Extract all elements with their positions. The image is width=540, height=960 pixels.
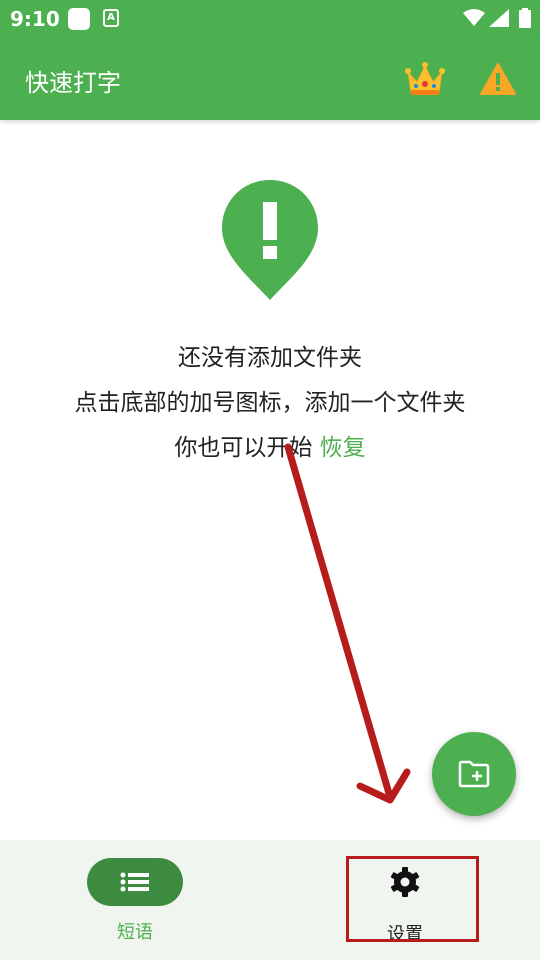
wifi-icon: [463, 9, 485, 26]
warning-button[interactable]: [478, 60, 518, 100]
annotation-highlight-box: [346, 856, 479, 942]
cell-signal-icon: [489, 9, 509, 27]
app-bar: 快速打字: [0, 38, 540, 120]
empty-hint: 点击底部的加号图标，添加一个文件夹: [74, 390, 466, 416]
annotation-arrow: [284, 443, 411, 804]
nav-active-indicator: [87, 858, 183, 906]
warning-icon: [480, 63, 516, 95]
status-bar: 9:10 A: [0, 0, 540, 38]
battery-icon: [519, 8, 531, 28]
list-icon: [120, 872, 149, 892]
crown-icon: [405, 62, 445, 95]
nav-item-phrases-label: 短语: [117, 922, 153, 943]
nav-item-phrases[interactable]: 短语: [0, 840, 270, 960]
premium-button[interactable]: [404, 60, 446, 100]
add-folder-button[interactable]: [432, 732, 516, 816]
restore-prefix: 你也可以开始: [174, 435, 320, 461]
app-notification-icon: [68, 8, 90, 30]
restore-link[interactable]: 恢复: [320, 435, 366, 461]
app-title: 快速打字: [25, 69, 121, 97]
add-folder-icon: [458, 760, 490, 788]
empty-restore-line: 你也可以开始 恢复: [0, 428, 540, 462]
exclamation-pin-icon: [222, 180, 318, 300]
status-time: 9:10: [10, 7, 60, 31]
empty-title: 还没有添加文件夹: [178, 345, 362, 371]
a-letter-notification-icon: A: [103, 9, 119, 27]
